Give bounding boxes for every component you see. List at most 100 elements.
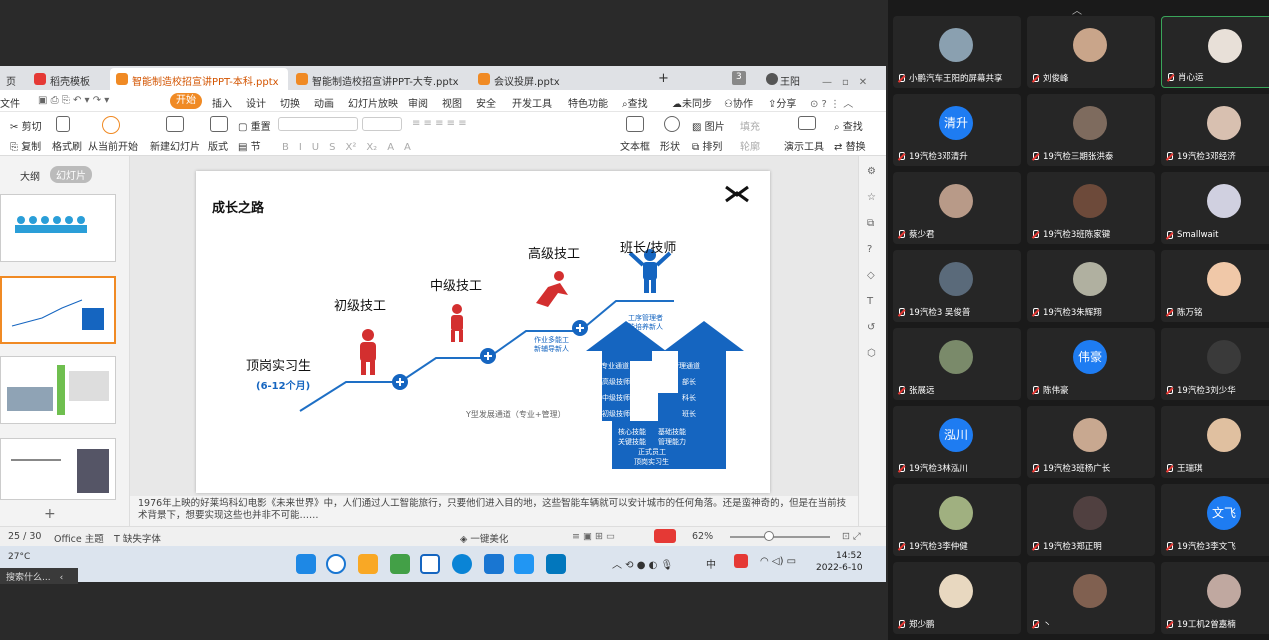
participant-tile[interactable]: 蔡少君 bbox=[893, 172, 1021, 244]
menu-insert[interactable]: 插入 bbox=[212, 95, 232, 110]
participant-tile[interactable]: 19汽检三期张洪泰 bbox=[1027, 94, 1155, 166]
new-tab-button[interactable]: + bbox=[652, 66, 675, 88]
slide-thumbnail[interactable] bbox=[0, 438, 116, 500]
cut-button[interactable]: ✂ 剪切 bbox=[10, 118, 42, 133]
user-account[interactable]: 王阳 bbox=[760, 68, 806, 90]
slides-tab[interactable]: 幻灯片 bbox=[50, 166, 92, 183]
picture-button[interactable]: ▨ 图片 bbox=[692, 118, 725, 133]
wps-writer-icon[interactable] bbox=[484, 554, 504, 574]
tab-pptx-college[interactable]: 智能制造校招宣讲PPT-大专.pptx bbox=[290, 68, 470, 90]
participant-tile[interactable]: 郑少鹏 bbox=[893, 562, 1021, 634]
participant-tile[interactable]: 王瑞琪 bbox=[1161, 406, 1269, 478]
windows-start-icon[interactable] bbox=[296, 554, 316, 574]
mail-icon[interactable] bbox=[514, 554, 534, 574]
menu-slideshow[interactable]: 幻灯片放映 bbox=[348, 95, 398, 110]
format-painter-button[interactable]: 格式刷 bbox=[52, 138, 82, 153]
presenter-tools-button[interactable]: 演示工具 bbox=[784, 138, 824, 153]
text-icon[interactable]: T bbox=[867, 296, 873, 307]
menu-transition[interactable]: 切换 bbox=[280, 95, 300, 110]
shape-button[interactable]: 形状 bbox=[660, 138, 680, 153]
slide-canvas[interactable]: 成长之路 顶岗实习生 (6-12个月) 初级技工 中级技工 高级技工 班长/技师 bbox=[196, 171, 770, 493]
help-icon[interactable]: ? bbox=[867, 244, 872, 255]
participant-tile[interactable]: 清升 19汽检3邓清升 bbox=[893, 94, 1021, 166]
collab-button[interactable]: ⚇协作 bbox=[724, 95, 753, 110]
reset-button[interactable]: ▢ 重置 bbox=[238, 118, 271, 133]
font-size-select[interactable] bbox=[362, 117, 402, 131]
tab-pptx-bachelor[interactable]: 智能制造校招宣讲PPT-本科.pptx bbox=[110, 68, 288, 90]
quick-access-icons[interactable]: ▣ ⎙ ⎘ ↶ ▾ ↷ ▾ bbox=[38, 95, 109, 106]
replace-button[interactable]: ⇄ 替换 bbox=[834, 138, 866, 153]
participant-tile[interactable]: 19汽检3班陈家键 bbox=[1027, 172, 1155, 244]
slide-thumbnail[interactable] bbox=[0, 194, 116, 262]
menu-animation[interactable]: 动画 bbox=[314, 95, 334, 110]
new-slide-button[interactable]: 新建幻灯片 bbox=[150, 138, 200, 153]
fill-button[interactable]: 填充 bbox=[740, 118, 760, 133]
view-buttons[interactable]: ≡ ▣ ⊞ ▭ bbox=[572, 531, 615, 542]
outline-button[interactable]: 轮廓 bbox=[740, 138, 760, 153]
participant-tile[interactable]: 19汽检3邓经济 bbox=[1161, 94, 1269, 166]
participant-tile[interactable]: 19汽检3刘少华 bbox=[1161, 328, 1269, 400]
participant-tile[interactable]: 泓川 19汽检3林泓川 bbox=[893, 406, 1021, 478]
menu-design[interactable]: 设计 bbox=[246, 95, 266, 110]
ime-indicator[interactable]: 中 bbox=[706, 556, 716, 571]
outline-tab[interactable]: 大纲 bbox=[20, 168, 40, 183]
participant-tile[interactable]: 刘俊峰 bbox=[1027, 16, 1155, 88]
menu-features[interactable]: 特色功能 bbox=[568, 95, 608, 110]
copy-button[interactable]: ⎘ 复制 bbox=[10, 138, 41, 153]
participant-tile[interactable]: 伟豪 陈伟豪 bbox=[1027, 328, 1155, 400]
paragraph-buttons[interactable]: ≡ ≡ ≡ ≡ ≡ bbox=[412, 118, 467, 129]
zoom-slider[interactable] bbox=[730, 536, 830, 538]
menu-view[interactable]: 视图 bbox=[442, 95, 462, 110]
star-icon[interactable]: ☆ bbox=[867, 192, 876, 203]
wechat-icon[interactable] bbox=[390, 554, 410, 574]
beautify-button[interactable]: ◈ 一键美化 bbox=[460, 531, 508, 545]
history-icon[interactable]: ↺ bbox=[867, 322, 875, 333]
scroll-up-icon[interactable]: ︿ bbox=[1072, 2, 1082, 17]
participant-tile[interactable]: 19汽检3郑正明 bbox=[1027, 484, 1155, 556]
settings-icon[interactable]: ⚙ bbox=[867, 166, 876, 177]
arrange-button[interactable]: ⧉ 排列 bbox=[692, 138, 722, 153]
menu-start[interactable]: 开始 bbox=[170, 93, 202, 109]
find-button[interactable]: ⌕ 查找 bbox=[834, 118, 863, 133]
network-volume-icons[interactable]: ◠ ◁) ▭ bbox=[760, 556, 796, 567]
participant-tile[interactable]: Smallwait bbox=[1161, 172, 1269, 244]
menu-developer[interactable]: 开发工具 bbox=[512, 95, 552, 110]
play-slideshow-button[interactable] bbox=[654, 529, 676, 543]
help-icons[interactable]: ⊙ ? ⋮ ︿ bbox=[810, 95, 853, 110]
font-style-buttons[interactable]: B I U S X² X₂ A A bbox=[282, 138, 411, 153]
fit-window-icon[interactable]: ⊡ ⤢ bbox=[842, 531, 861, 542]
meeting-app-icon[interactable] bbox=[420, 554, 440, 574]
section-button[interactable]: ▤ 节 bbox=[238, 138, 261, 153]
participant-tile[interactable]: 肖心运 bbox=[1161, 16, 1269, 88]
slide-thumbnail-current[interactable] bbox=[0, 276, 116, 344]
participant-tile[interactable]: 19汽检3班杨广长 bbox=[1027, 406, 1155, 478]
menu-review[interactable]: 审阅 bbox=[408, 95, 428, 110]
file-explorer-icon[interactable] bbox=[358, 554, 378, 574]
missing-font-button[interactable]: T 缺失字体 bbox=[114, 531, 161, 545]
participant-tile[interactable]: 张展远 bbox=[893, 328, 1021, 400]
participant-tile[interactable]: 19工机2曾嘉楠 bbox=[1161, 562, 1269, 634]
system-tray-icons[interactable]: ︿ ⟲ ● ◐ 🎙 bbox=[612, 556, 673, 571]
add-slide-button[interactable]: + bbox=[44, 506, 56, 522]
media-icon[interactable] bbox=[546, 554, 566, 574]
tab-home[interactable]: 页 bbox=[0, 68, 22, 90]
search-button[interactable]: ⌕查找 bbox=[622, 95, 648, 110]
search-icon[interactable] bbox=[326, 554, 346, 574]
copy-icon[interactable]: ⧉ bbox=[867, 218, 874, 229]
participant-tile[interactable]: 19汽检3李仲健 bbox=[893, 484, 1021, 556]
font-family-select[interactable] bbox=[278, 117, 358, 131]
share-button[interactable]: ⇪分享 bbox=[768, 95, 796, 110]
textbox-button[interactable]: 文本框 bbox=[620, 138, 650, 153]
layout-button[interactable]: 版式 bbox=[208, 138, 228, 153]
speaker-notes[interactable]: 1976年上映的好莱坞科幻电影《未来世界》中，人们通过人工智能旅行，只要他们进入… bbox=[130, 496, 858, 526]
sync-status[interactable]: ☁未同步 bbox=[672, 95, 712, 110]
tab-meeting-pptx[interactable]: 会议投屏.pptx bbox=[472, 68, 642, 90]
antivirus-icon[interactable] bbox=[734, 554, 748, 568]
shapes-icon[interactable]: ◇ bbox=[867, 270, 875, 281]
cube-icon[interactable]: ⬡ bbox=[867, 348, 876, 359]
search-hint[interactable]: 搜索什么... ‹ bbox=[0, 568, 78, 584]
participant-tile[interactable]: 陈万铭 bbox=[1161, 250, 1269, 322]
menu-file[interactable]: 文件 bbox=[0, 95, 20, 110]
participant-tile[interactable]: 小鹏汽车王阳的屏幕共享 bbox=[893, 16, 1021, 88]
participant-tile[interactable]: 19汽检3朱辉翔 bbox=[1027, 250, 1155, 322]
